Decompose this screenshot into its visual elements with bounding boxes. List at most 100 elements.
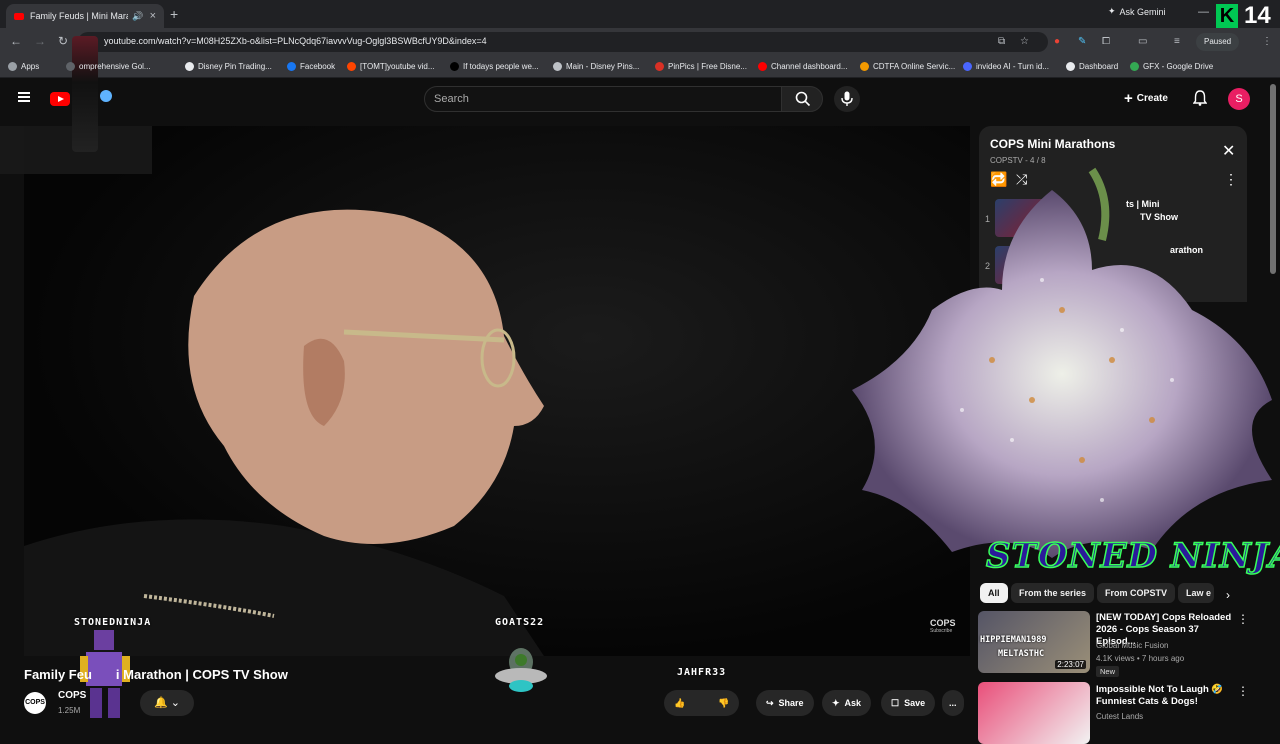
url-text[interactable]: youtube.com/watch?v=M08H25ZXb-o&list=PLN…: [104, 36, 487, 46]
bookmark-label: invideo AI - Turn id...: [976, 62, 1049, 71]
chip-from-series[interactable]: From the series: [1011, 583, 1095, 603]
recommendation-thumbnail[interactable]: HIPPIEMAN1989 MELTASTHC 2:23:07: [978, 611, 1090, 673]
speaker-icon[interactable]: 🔊: [132, 11, 143, 22]
playlist-title[interactable]: COPS Mini Marathons: [990, 137, 1115, 151]
bookmark-item[interactable]: If todays people we...: [450, 62, 539, 71]
bookmark-label: If todays people we...: [463, 62, 539, 71]
more-actions-button[interactable]: ...: [942, 690, 964, 716]
save-icon: ☐: [891, 697, 900, 708]
bookmark-favicon-icon: [1066, 62, 1075, 71]
bookmark-item[interactable]: invideo AI - Turn id...: [963, 62, 1049, 71]
more-actions-icon[interactable]: ⋮: [1237, 612, 1249, 626]
bookmark-item[interactable]: Channel dashboard...: [758, 62, 848, 71]
cast-icon[interactable]: ▭: [1138, 36, 1147, 47]
browser-tab[interactable]: Family Feuds | Mini Marathon 🔊 ×: [6, 4, 164, 28]
screen-capture-icon[interactable]: ⧉: [998, 36, 1005, 47]
media-control-icon[interactable]: ≡: [1174, 36, 1180, 47]
channel-subscriber-count: 1.25M: [58, 706, 81, 715]
ask-label: Ask: [844, 698, 862, 708]
counter-overlay: 14: [1244, 2, 1271, 29]
bookmark-label: Dashboard: [1079, 62, 1119, 71]
account-avatar[interactable]: S: [1228, 88, 1250, 110]
recommendation-meta: 4.1K views • 7 hours ago: [1096, 654, 1185, 663]
more-actions-icon[interactable]: ⋮: [1237, 684, 1249, 698]
like-dislike-button[interactable]: 👍 👎: [664, 690, 740, 716]
channel-avatar[interactable]: COPS: [24, 692, 46, 714]
youtube-logo-icon[interactable]: [50, 92, 70, 106]
bookmark-item[interactable]: PinPics | Free Disne...: [655, 62, 747, 71]
sparkle-icon: ✦: [832, 697, 840, 708]
search-button[interactable]: [781, 86, 823, 112]
hamburger-menu-icon[interactable]: [18, 92, 30, 102]
extensions-puzzle-icon[interactable]: ⧠: [1102, 36, 1110, 47]
overlay-viewer-name: GOATS22: [495, 617, 545, 628]
window-minimize-icon[interactable]: —: [1198, 6, 1209, 18]
channel-watermark[interactable]: COPS Subscribe: [930, 618, 956, 634]
create-button[interactable]: + Create: [1124, 90, 1168, 107]
like-icon[interactable]: 👍: [674, 698, 685, 709]
back-icon[interactable]: ←: [10, 34, 22, 48]
bookmark-item[interactable]: Apps: [8, 62, 39, 71]
recommendation-thumbnail[interactable]: [978, 682, 1090, 744]
bookmark-item[interactable]: GFX - Google Drive: [1130, 62, 1213, 71]
ask-button[interactable]: ✦ Ask: [822, 690, 872, 716]
share-button[interactable]: ↪ Share: [756, 690, 814, 716]
chip-from-copstv[interactable]: From COPSTV: [1097, 583, 1176, 603]
dislike-icon[interactable]: 👎: [718, 698, 729, 709]
ufo-avatar-overlay: [494, 642, 548, 696]
bookmark-favicon-icon: [655, 62, 664, 71]
extension-red-icon[interactable]: ●: [1054, 36, 1060, 47]
ask-gemini-button[interactable]: ✦ Ask Gemini: [1108, 6, 1166, 17]
tab-title: Family Feuds | Mini Marathon: [30, 11, 128, 21]
bookmark-item[interactable]: Dashboard: [1066, 62, 1118, 71]
voice-search-button[interactable]: [834, 86, 860, 112]
bookmark-favicon-icon: [185, 62, 194, 71]
search-input[interactable]: Search: [434, 93, 469, 105]
close-icon[interactable]: ✕: [1222, 141, 1235, 161]
chip-all[interactable]: All: [980, 583, 1008, 603]
bookmark-label: GFX - Google Drive: [1143, 62, 1214, 71]
chevron-down-icon: ⌄: [170, 697, 180, 709]
recommendation-title[interactable]: Impossible Not To Laugh 🤣 Funniest Cats …: [1096, 684, 1232, 708]
youtube-favicon-icon: [14, 12, 24, 20]
notifications-bell-icon[interactable]: [1192, 90, 1208, 109]
bookmark-item[interactable]: omprehensive Gol...: [66, 62, 151, 71]
bookmark-favicon-icon: [963, 62, 972, 71]
bookmark-item[interactable]: Facebook: [287, 62, 335, 71]
bookmark-favicon-icon: [1130, 62, 1139, 71]
chip-law[interactable]: Law e: [1178, 583, 1214, 603]
recommendation-channel[interactable]: Global Music Fusion: [1096, 641, 1168, 650]
bookmark-label: CDTFA Online Servic...: [873, 62, 956, 71]
video-duration: 2:23:07: [1055, 660, 1086, 669]
bookmark-item[interactable]: Disney Pin Trading...: [185, 62, 272, 71]
browser-menu-icon[interactable]: ⋮: [1262, 36, 1272, 47]
channel-name[interactable]: COPS: [58, 690, 86, 701]
bookmark-star-icon[interactable]: ☆: [1020, 36, 1029, 47]
reload-icon[interactable]: ↻: [58, 34, 68, 48]
bookmark-item[interactable]: [TOMT]youtube vid...: [347, 62, 435, 71]
bookmark-label: PinPics | Free Disne...: [668, 62, 747, 71]
profile-paused-button[interactable]: Paused: [1196, 33, 1240, 51]
bookmark-favicon-icon: [8, 62, 17, 71]
orb-icon: [100, 90, 112, 102]
search-box[interactable]: [424, 86, 782, 112]
new-badge: New: [1096, 666, 1120, 677]
new-tab-button[interactable]: +: [170, 6, 178, 22]
subscription-bell-button[interactable]: 🔔 ⌄: [140, 690, 194, 716]
share-icon: ↪: [766, 697, 774, 708]
bookmark-item[interactable]: Main - Disney Pins...: [553, 62, 639, 71]
extension-blue-icon[interactable]: ✎: [1078, 36, 1086, 47]
bell-icon: 🔔: [154, 697, 168, 709]
page-scrollbar[interactable]: [1270, 84, 1276, 274]
browser-tab-bar: [0, 0, 1280, 28]
tab-close-icon[interactable]: ×: [150, 10, 156, 22]
chevron-right-icon[interactable]: ›: [1226, 588, 1230, 602]
video-player[interactable]: [24, 126, 970, 656]
overlay-viewer-name: JAHFR33: [677, 667, 727, 678]
video-frame-man-silhouette: [24, 209, 544, 656]
bookmark-favicon-icon: [553, 62, 562, 71]
ninja-avatar-overlay: [72, 36, 98, 152]
bookmark-item[interactable]: CDTFA Online Servic...: [860, 62, 955, 71]
forward-icon[interactable]: →: [34, 34, 46, 48]
save-button[interactable]: ☐ Save: [881, 690, 936, 716]
